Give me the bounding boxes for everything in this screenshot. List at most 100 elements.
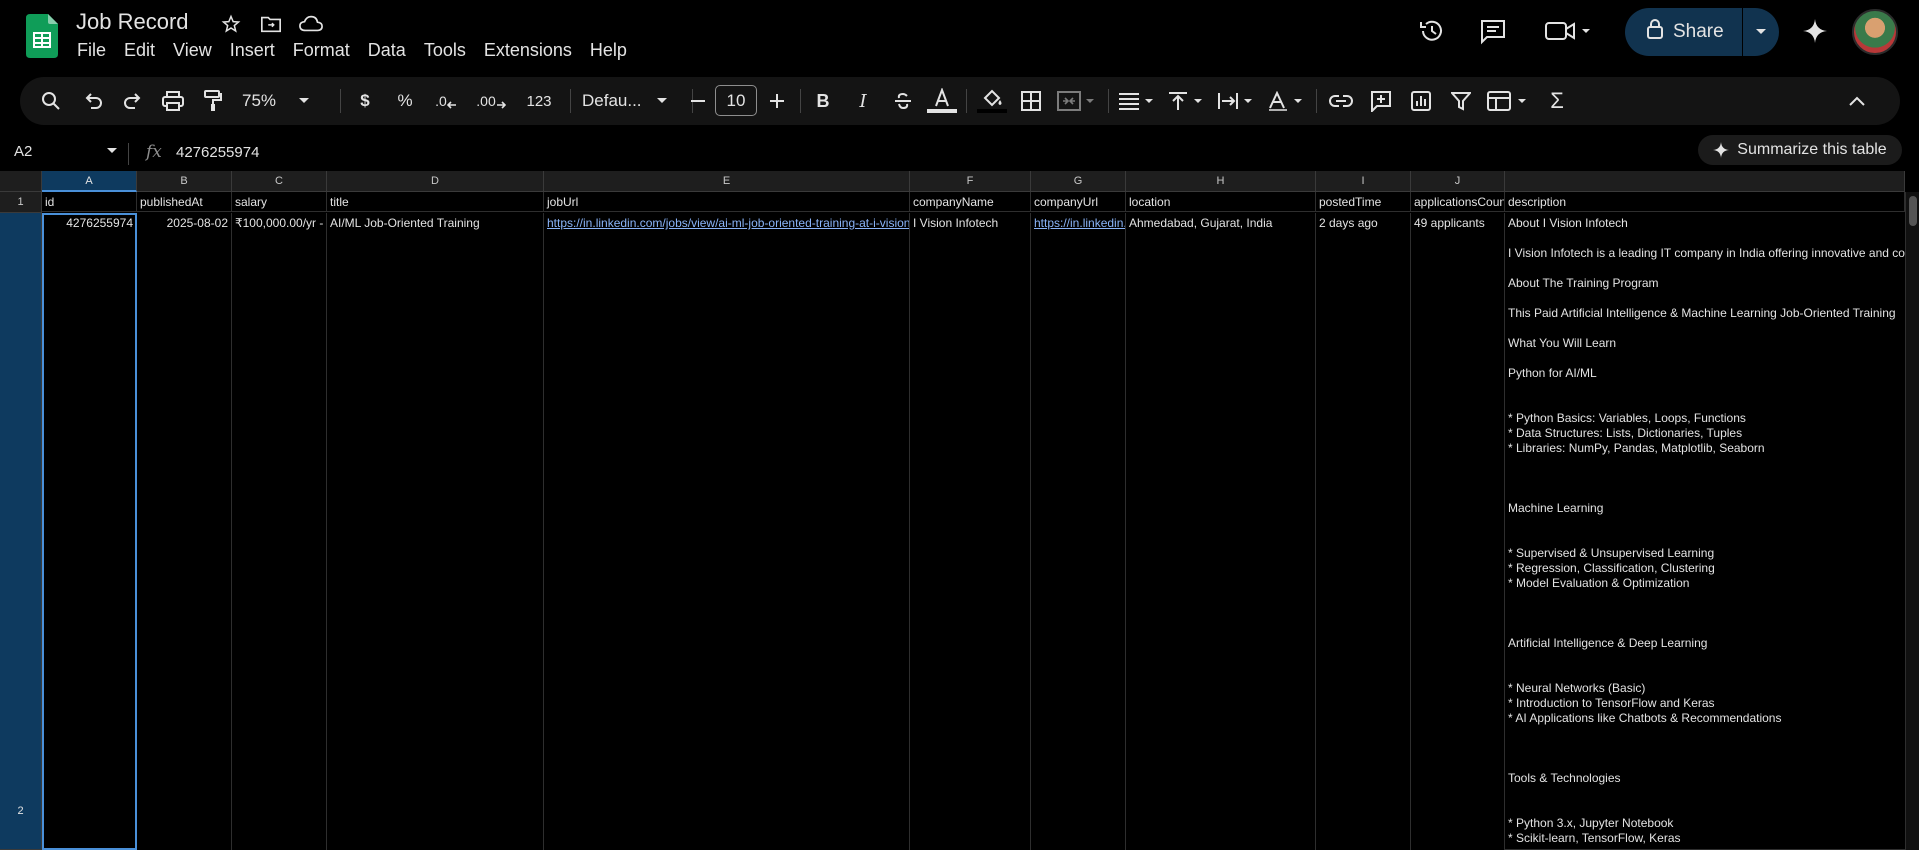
spreadsheet-grid[interactable]: A B C D E F G H I J 1 2 id publishedAt s…	[0, 171, 1919, 850]
menu-data[interactable]: Data	[359, 38, 415, 63]
insert-comment-icon[interactable]	[1364, 77, 1398, 125]
name-box[interactable]: A2	[14, 143, 32, 160]
menu-tools[interactable]: Tools	[415, 38, 475, 63]
row-header-2[interactable]: 2	[0, 213, 42, 850]
header-cell[interactable]: jobUrl	[544, 192, 910, 212]
redo-icon[interactable]	[116, 77, 150, 125]
decrease-decimal-button[interactable]: .0	[426, 77, 466, 125]
menu-help[interactable]: Help	[581, 38, 636, 63]
search-menus-icon[interactable]	[34, 77, 68, 125]
sparkle-icon	[1713, 142, 1730, 158]
column-header-i[interactable]: I	[1316, 171, 1411, 192]
avatar[interactable]	[1852, 9, 1898, 55]
cell-title[interactable]: AI/ML Job-Oriented Training	[327, 213, 544, 850]
cell-job-url[interactable]: https://in.linkedin.com/jobs/view/ai-ml-…	[544, 213, 910, 850]
merge-cells-icon[interactable]	[1054, 77, 1100, 125]
cell-applications-count[interactable]: 49 applicants	[1411, 213, 1505, 850]
cell-id[interactable]: 4276255974	[42, 213, 137, 850]
font-size-input[interactable]: 10	[715, 85, 757, 116]
cell-posted-time[interactable]: 2 days ago	[1316, 213, 1411, 850]
column-header-j[interactable]: J	[1411, 171, 1505, 192]
document-title[interactable]: Job Record	[76, 9, 189, 35]
text-wrapping-icon[interactable]	[1214, 77, 1260, 125]
filter-icon[interactable]	[1444, 77, 1478, 125]
header-cell[interactable]: applicationsCount	[1411, 192, 1505, 212]
increase-font-size-icon[interactable]	[762, 77, 792, 125]
header-cell[interactable]: salary	[232, 192, 327, 212]
share-button[interactable]: Share	[1625, 8, 1779, 56]
move-folder-icon[interactable]	[258, 11, 284, 37]
undo-icon[interactable]	[76, 77, 110, 125]
strikethrough-icon[interactable]	[886, 77, 920, 125]
borders-icon[interactable]	[1014, 77, 1048, 125]
zoom-select[interactable]: 75%	[242, 77, 322, 125]
formula-input[interactable]: 4276255974	[176, 144, 259, 161]
column-header-c[interactable]: C	[232, 171, 327, 192]
fx-icon: fx	[146, 142, 162, 162]
summarize-table-button[interactable]: Summarize this table	[1698, 135, 1902, 165]
sheets-logo-icon[interactable]	[26, 14, 58, 58]
text-color-icon[interactable]	[924, 77, 960, 125]
cell-published-at[interactable]: 2025-08-02	[137, 213, 232, 850]
cell-company-url[interactable]: https://in.linkedin.com/company/i-vision…	[1031, 213, 1126, 850]
menu-file[interactable]: File	[68, 38, 115, 63]
cell-description[interactable]: About I Vision Infotech I Vision Infotec…	[1505, 213, 1905, 850]
header-cell[interactable]: description	[1505, 192, 1905, 212]
cloud-saved-icon[interactable]	[298, 11, 324, 37]
cell-salary[interactable]: ₹100,000.00/yr -	[232, 213, 327, 850]
insert-link-icon[interactable]	[1324, 77, 1358, 125]
format-percent-button[interactable]: %	[388, 77, 422, 125]
gemini-sparkle-icon[interactable]	[1798, 14, 1832, 48]
fill-color-icon[interactable]	[974, 77, 1010, 125]
share-dropdown-icon[interactable]	[1743, 8, 1779, 56]
menu-view[interactable]: View	[164, 38, 221, 63]
header-cell[interactable]: companyName	[910, 192, 1031, 212]
insert-chart-icon[interactable]	[1404, 77, 1438, 125]
column-header-h[interactable]: H	[1126, 171, 1316, 192]
column-header-a[interactable]: A	[42, 171, 137, 192]
paint-format-icon[interactable]	[196, 77, 230, 125]
cell-location[interactable]: Ahmedabad, Gujarat, India	[1126, 213, 1316, 850]
column-header-k[interactable]	[1505, 171, 1905, 192]
header-cell[interactable]: title	[327, 192, 544, 212]
scrollbar-thumb[interactable]	[1909, 196, 1917, 226]
header-cell[interactable]: location	[1126, 192, 1316, 212]
description-line: * Libraries: NumPy, Pandas, Matplotlib, …	[1508, 441, 1765, 455]
bold-icon[interactable]: B	[806, 77, 840, 125]
version-history-icon[interactable]	[1415, 14, 1449, 48]
functions-icon[interactable]: Σ	[1540, 77, 1574, 125]
table-views-icon[interactable]	[1484, 77, 1534, 125]
header-cell[interactable]: companyUrl	[1031, 192, 1126, 212]
format-currency-button[interactable]: $	[348, 77, 382, 125]
cell-company-name[interactable]: I Vision Infotech	[910, 213, 1031, 850]
header-cell[interactable]: publishedAt	[137, 192, 232, 212]
font-select[interactable]: Defau...	[576, 77, 686, 125]
header-cell[interactable]: id	[42, 192, 137, 212]
meet-camera-icon[interactable]	[1542, 14, 1598, 48]
row-header-1[interactable]: 1	[0, 192, 42, 213]
menu-insert[interactable]: Insert	[221, 38, 284, 63]
column-header-b[interactable]: B	[137, 171, 232, 192]
vertical-scrollbar[interactable]	[1905, 192, 1919, 850]
chevron-down-icon[interactable]	[106, 147, 118, 155]
column-header-f[interactable]: F	[910, 171, 1031, 192]
column-header-e[interactable]: E	[544, 171, 910, 192]
menu-edit[interactable]: Edit	[115, 38, 164, 63]
vertical-align-icon[interactable]	[1164, 77, 1210, 125]
star-icon[interactable]	[218, 11, 244, 37]
print-icon[interactable]	[156, 77, 190, 125]
comments-icon[interactable]	[1476, 14, 1510, 48]
horizontal-align-icon[interactable]	[1114, 77, 1160, 125]
column-header-g[interactable]: G	[1031, 171, 1126, 192]
decrease-font-size-icon[interactable]	[686, 77, 710, 125]
menu-format[interactable]: Format	[284, 38, 359, 63]
menu-extensions[interactable]: Extensions	[475, 38, 581, 63]
column-header-d[interactable]: D	[327, 171, 544, 192]
select-all-corner[interactable]	[0, 171, 42, 192]
text-rotation-icon[interactable]	[1264, 77, 1310, 125]
header-cell[interactable]: postedTime	[1316, 192, 1411, 212]
italic-icon[interactable]: I	[846, 77, 880, 125]
more-formats-button[interactable]: 123	[516, 77, 562, 125]
hide-menus-chevron-up-icon[interactable]	[1840, 77, 1874, 125]
increase-decimal-button[interactable]: .00	[470, 77, 512, 125]
